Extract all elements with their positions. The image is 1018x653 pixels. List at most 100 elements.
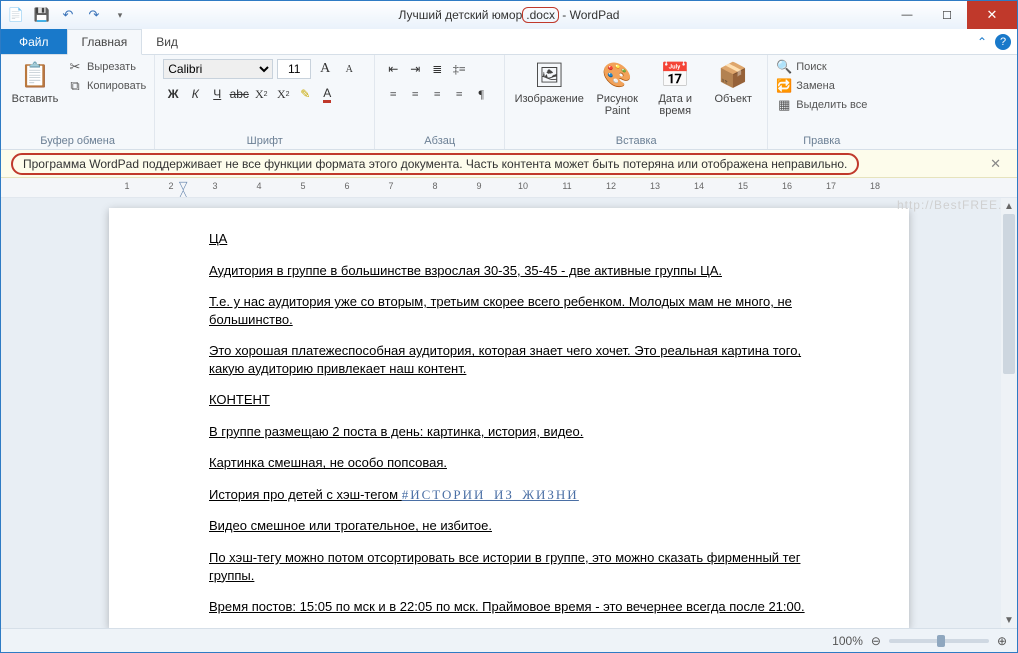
insert-image-label: Изображение bbox=[515, 93, 584, 105]
hanging-indent-marker[interactable]: △ bbox=[179, 187, 187, 198]
warning-text: Программа WordPad поддерживает не все фу… bbox=[11, 153, 859, 175]
doc-paragraph[interactable]: По хэш-тегу можно потом отсортировать вс… bbox=[209, 549, 809, 584]
title-prefix: Лучший детский юмор bbox=[399, 8, 523, 22]
select-all-icon: ▦ bbox=[776, 97, 792, 113]
page[interactable]: http://BestFREE.ru ЦА Аудитория в группе… bbox=[109, 208, 909, 628]
paragraph-dialog-button[interactable]: ¶ bbox=[471, 84, 491, 104]
select-all-button[interactable]: ▦ Выделить все bbox=[776, 97, 867, 113]
paste-icon: 📋 bbox=[19, 59, 51, 91]
shrink-font-button[interactable]: A bbox=[339, 59, 359, 79]
subscript-button[interactable]: X2 bbox=[251, 84, 271, 104]
titlebar: 📄 💾 ↶ ↷ ▾ Лучший детский юмор.docx - Wor… bbox=[1, 1, 1017, 29]
doc-paragraph[interactable]: Аудитория в группе в большинстве взросла… bbox=[209, 262, 809, 280]
search-icon: 🔍 bbox=[776, 59, 792, 75]
align-center-button[interactable]: ≡ bbox=[405, 84, 425, 104]
decrease-indent-button[interactable]: ⇤ bbox=[383, 59, 403, 79]
hashtag: #ИСТОРИИ_ИЗ_ЖИЗНИ bbox=[402, 487, 579, 502]
title-suffix: - WordPad bbox=[559, 8, 619, 22]
paragraph-group: ⇤ ⇥ ≣ ‡≡ ≡ ≡ ≡ ≡ ¶ Абзац bbox=[375, 55, 505, 149]
doc-paragraph[interactable]: Время постов: 15:05 по мск и в 22:05 по … bbox=[209, 598, 809, 616]
help-button[interactable]: ? bbox=[995, 34, 1011, 50]
home-tab[interactable]: Главная bbox=[67, 29, 143, 55]
insert-paint-button[interactable]: 🎨Рисунок Paint bbox=[591, 59, 643, 117]
maximize-button[interactable]: ☐ bbox=[927, 1, 967, 29]
scroll-thumb[interactable] bbox=[1003, 214, 1015, 374]
window-controls: — ☐ ✕ bbox=[887, 1, 1017, 29]
copy-button[interactable]: ⧉ Копировать bbox=[67, 78, 146, 94]
font-size-input[interactable] bbox=[277, 59, 311, 79]
insert-datetime-button[interactable]: 📅Дата и время bbox=[649, 59, 701, 117]
doc-paragraph[interactable]: Видео смешное или трогательное, не избит… bbox=[209, 517, 809, 535]
bold-button[interactable]: Ж bbox=[163, 84, 183, 104]
increase-indent-button[interactable]: ⇥ bbox=[405, 59, 425, 79]
scroll-down-button[interactable]: ▼ bbox=[1001, 612, 1017, 628]
ribbon-collapse[interactable]: ⌃ bbox=[969, 29, 995, 54]
app-icon: 📄 bbox=[7, 6, 25, 24]
quick-access-toolbar: 📄 💾 ↶ ↷ ▾ bbox=[1, 6, 129, 24]
replace-button[interactable]: 🔁Замена bbox=[776, 78, 867, 94]
editing-group: 🔍Поиск 🔁Замена ▦Выделить все Правка bbox=[768, 55, 875, 149]
doc-paragraph[interactable]: КОНТЕНТ bbox=[209, 391, 809, 409]
save-icon[interactable]: 💾 bbox=[33, 6, 51, 24]
select-all-label: Выделить все bbox=[796, 99, 867, 111]
zoom-out-button[interactable]: ⊖ bbox=[871, 634, 881, 648]
undo-icon[interactable]: ↶ bbox=[59, 6, 77, 24]
line-spacing-button[interactable]: ‡≡ bbox=[449, 59, 469, 79]
paste-button[interactable]: 📋 Вставить bbox=[9, 59, 61, 105]
scroll-up-button[interactable]: ▲ bbox=[1001, 198, 1017, 214]
clipboard-group-label: Буфер обмена bbox=[9, 133, 146, 147]
copy-icon: ⧉ bbox=[67, 78, 83, 94]
insert-datetime-label: Дата и время bbox=[649, 93, 701, 117]
grow-font-button[interactable]: A bbox=[315, 59, 335, 79]
justify-button[interactable]: ≡ bbox=[449, 84, 469, 104]
qat-dropdown-icon[interactable]: ▾ bbox=[111, 6, 129, 24]
insert-image-button[interactable]: 🖼Изображение bbox=[513, 59, 585, 105]
paragraph-group-label: Абзац bbox=[383, 133, 496, 147]
document-area: http://BestFREE.ru ЦА Аудитория в группе… bbox=[1, 198, 1017, 628]
doc-paragraph[interactable]: Картинка смешная, не особо попсовая. bbox=[209, 454, 809, 472]
ribbon: 📋 Вставить ✂Вырезать ⧉ Копировать Буфер о… bbox=[1, 55, 1017, 150]
window-title: Лучший детский юмор.docx - WordPad bbox=[1, 8, 1017, 22]
cut-label: Вырезать bbox=[87, 61, 136, 73]
doc-paragraph[interactable]: ЦА bbox=[209, 230, 809, 248]
underline-button[interactable]: Ч bbox=[207, 84, 227, 104]
superscript-button[interactable]: X2 bbox=[273, 84, 293, 104]
zoom-slider[interactable] bbox=[889, 639, 989, 643]
italic-button[interactable]: К bbox=[185, 84, 205, 104]
vertical-scrollbar[interactable]: ▲ ▼ bbox=[1001, 198, 1017, 628]
cut-button[interactable]: ✂Вырезать bbox=[67, 59, 146, 75]
align-left-button[interactable]: ≡ bbox=[383, 84, 403, 104]
copy-label: Копировать bbox=[87, 80, 146, 92]
font-color-button[interactable]: A bbox=[317, 84, 337, 104]
title-extension-highlight: .docx bbox=[522, 7, 559, 23]
strikethrough-button[interactable]: abc bbox=[229, 84, 249, 104]
font-group: Calibri A A Ж К Ч abc X2 X2 ✎ A Шрифт bbox=[155, 55, 375, 149]
highlight-button[interactable]: ✎ bbox=[295, 84, 315, 104]
find-button[interactable]: 🔍 Поиск bbox=[776, 59, 867, 75]
close-button[interactable]: ✕ bbox=[967, 1, 1017, 29]
insert-group-label: Вставка bbox=[513, 133, 759, 147]
minimize-button[interactable]: — bbox=[887, 1, 927, 29]
doc-text: История про детей с хэш-тегом bbox=[209, 487, 402, 502]
align-right-button[interactable]: ≡ bbox=[427, 84, 447, 104]
object-icon: 📦 bbox=[717, 59, 749, 91]
find-label: Поиск bbox=[796, 61, 826, 73]
view-tab[interactable]: Вид bbox=[142, 29, 192, 54]
ruler[interactable]: ▽ △ 123456789101112131415161718 bbox=[1, 178, 1017, 198]
watermark: http://BestFREE.ru bbox=[897, 198, 1015, 212]
paint-icon: 🎨 bbox=[601, 59, 633, 91]
doc-paragraph[interactable]: История про детей с хэш-тегом #ИСТОРИИ_И… bbox=[209, 486, 809, 504]
paste-label: Вставить bbox=[12, 93, 59, 105]
bullets-button[interactable]: ≣ bbox=[427, 59, 447, 79]
warning-close-button[interactable]: ✕ bbox=[984, 156, 1007, 172]
file-tab[interactable]: Файл bbox=[1, 29, 67, 54]
redo-icon[interactable]: ↷ bbox=[85, 6, 103, 24]
zoom-slider-thumb[interactable] bbox=[937, 635, 945, 647]
insert-object-button[interactable]: 📦Объект bbox=[707, 59, 759, 105]
doc-paragraph[interactable]: Это хорошая платежеспособная аудитория, … bbox=[209, 342, 809, 377]
zoom-in-button[interactable]: ⊕ bbox=[997, 634, 1007, 648]
font-family-select[interactable]: Calibri bbox=[163, 59, 273, 79]
status-bar: 100% ⊖ ⊕ bbox=[1, 628, 1017, 652]
doc-paragraph[interactable]: Т.е. у нас аудитория уже со вторым, трет… bbox=[209, 293, 809, 328]
doc-paragraph[interactable]: В группе размещаю 2 поста в день: картин… bbox=[209, 423, 809, 441]
